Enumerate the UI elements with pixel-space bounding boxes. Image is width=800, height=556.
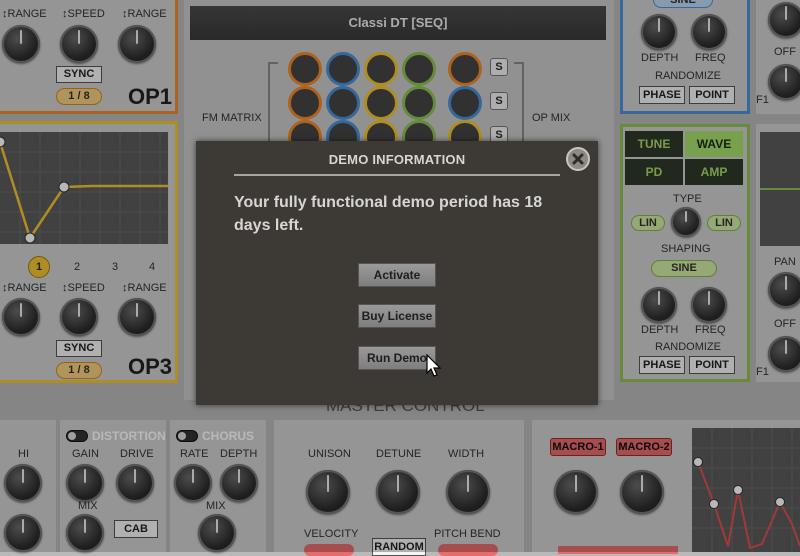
demo-information-dialog: DEMO INFORMATION Your fully functional d… xyxy=(196,141,598,405)
buy-license-button[interactable]: Buy License xyxy=(358,304,436,328)
mouse-cursor-icon xyxy=(426,354,442,377)
activate-button[interactable]: Activate xyxy=(358,263,436,287)
run-demo-button[interactable]: Run Demo xyxy=(358,346,436,370)
dialog-title-divider xyxy=(234,174,560,176)
close-button[interactable] xyxy=(566,147,590,171)
dialog-message: Your fully functional demo period has 18… xyxy=(234,194,543,234)
dialog-title: DEMO INFORMATION xyxy=(328,152,466,167)
close-icon xyxy=(572,153,584,165)
